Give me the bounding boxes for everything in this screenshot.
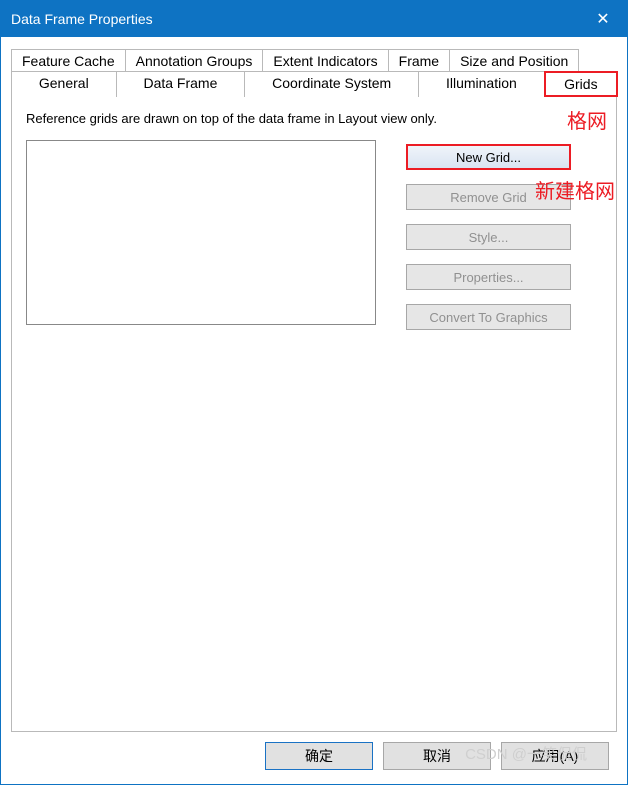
titlebar: Data Frame Properties ✕ [1, 1, 627, 37]
tab-frame[interactable]: Frame [388, 49, 450, 72]
style-button: Style... [406, 224, 571, 250]
tab-panel-grids: Reference grids are drawn on top of the … [11, 96, 617, 732]
grid-listbox[interactable] [26, 140, 376, 325]
properties-button: Properties... [406, 264, 571, 290]
cancel-button[interactable]: 取消 [383, 742, 491, 770]
annotation-grids: 格网 [567, 105, 607, 134]
tab-feature-cache[interactable]: Feature Cache [11, 49, 126, 72]
annotation-new-grid: 新建格网 [535, 175, 615, 204]
close-button[interactable]: ✕ [579, 1, 627, 37]
panel-description: Reference grids are drawn on top of the … [26, 111, 602, 126]
apply-button[interactable]: 应用(A) [501, 742, 609, 770]
dialog-window: Data Frame Properties ✕ Feature Cache An… [0, 0, 628, 785]
tab-annotation-groups[interactable]: Annotation Groups [125, 49, 264, 72]
window-title: Data Frame Properties [11, 11, 153, 27]
convert-to-graphics-button: Convert To Graphics [406, 304, 571, 330]
tab-general[interactable]: General [11, 71, 117, 97]
dialog-footer: 确定 取消 应用(A) [11, 732, 617, 778]
tab-extent-indicators[interactable]: Extent Indicators [262, 49, 388, 72]
tab-coordinate-system[interactable]: Coordinate System [244, 71, 419, 97]
tab-illumination[interactable]: Illumination [418, 71, 545, 97]
tab-grids[interactable]: Grids [544, 71, 618, 97]
button-column: New Grid... Remove Grid Style... Propert… [406, 144, 571, 330]
ok-button[interactable]: 确定 [265, 742, 373, 770]
tab-data-frame[interactable]: Data Frame [116, 71, 246, 97]
new-grid-button[interactable]: New Grid... [406, 144, 571, 170]
panel-body: New Grid... Remove Grid Style... Propert… [26, 140, 602, 330]
dialog-content: Feature Cache Annotation Groups Extent I… [1, 37, 627, 784]
tab-strip: Feature Cache Annotation Groups Extent I… [11, 49, 617, 96]
tab-size-position[interactable]: Size and Position [449, 49, 579, 72]
close-icon: ✕ [596, 9, 609, 29]
